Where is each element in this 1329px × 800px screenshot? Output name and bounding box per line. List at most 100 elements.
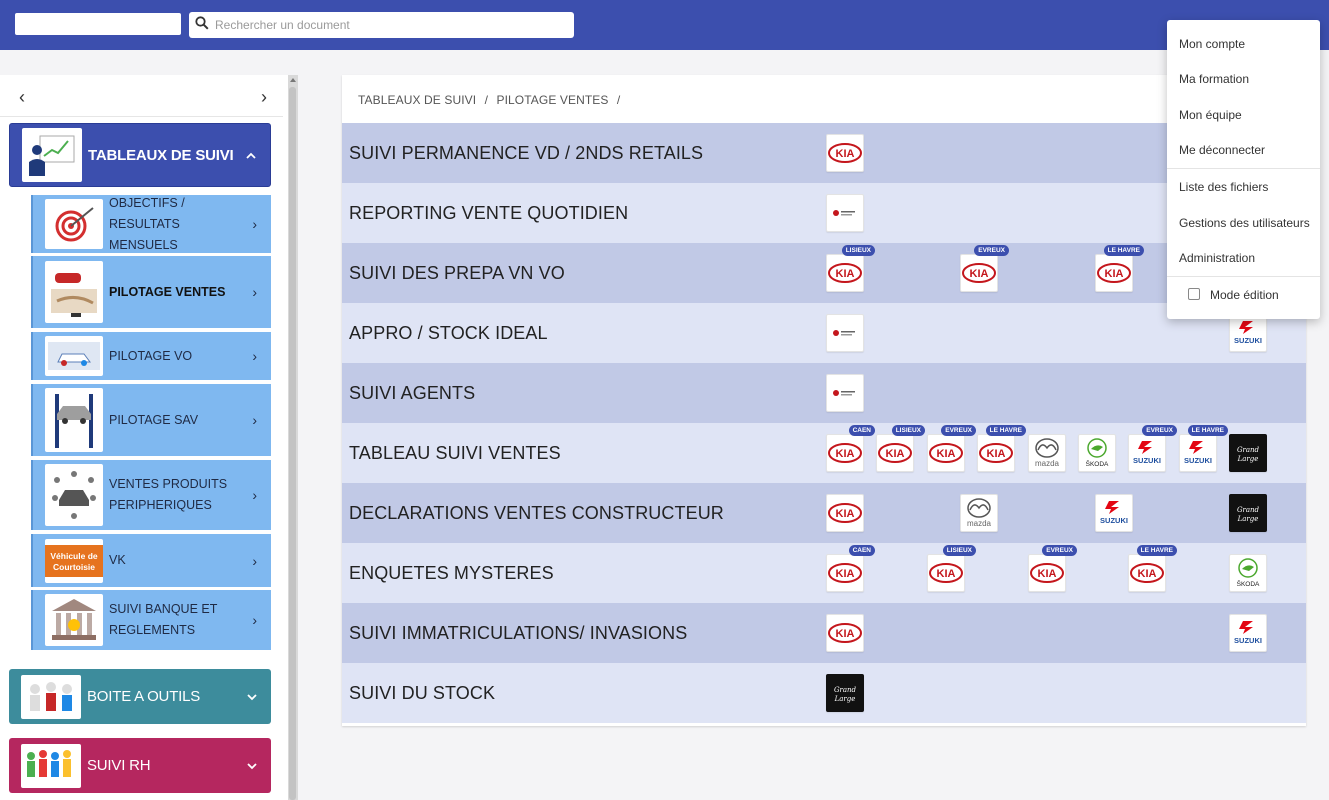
location-badge: CAEN: [848, 425, 875, 436]
subitem-label: PILOTAGE SAV: [109, 412, 199, 427]
people-group-icon: [21, 743, 81, 788]
menu-item-administration[interactable]: Administration: [1179, 251, 1255, 265]
location-badge: LE HAVRE: [985, 425, 1026, 436]
car-sale-icon: [45, 261, 103, 323]
kia-logo-icon[interactable]: EVREUX: [927, 425, 976, 472]
table-row: SUIVI DU STOCK: [342, 663, 1306, 723]
subitem-label: VK: [109, 553, 126, 567]
table-row: TABLEAU SUIVI VENTES CAEN LISIEUX EVREUX…: [342, 423, 1306, 483]
black-brand-logo-icon[interactable]: [826, 674, 864, 712]
menu-item-liste-fichiers[interactable]: Liste des fichiers: [1179, 180, 1268, 194]
suzuki-logo-icon[interactable]: [1095, 494, 1133, 532]
kia-logo-icon[interactable]: [826, 134, 864, 172]
location-badge: LISIEUX: [891, 425, 925, 436]
suzuki-logo-icon[interactable]: LE HAVRE: [1179, 425, 1228, 472]
breadcrumb-separator: /: [484, 93, 489, 107]
location-badge: EVREUX: [1042, 545, 1077, 556]
menu-item-mon-compte[interactable]: Mon compte: [1179, 37, 1245, 51]
menu-item-deconnecter[interactable]: Me déconnecter: [1179, 143, 1265, 157]
scroll-up-icon[interactable]: [290, 78, 296, 82]
kia-logo-icon[interactable]: EVREUX: [1028, 545, 1077, 592]
table-row: APPRO / STOCK IDEAL: [342, 303, 1306, 363]
table-row: SUIVI PERMANENCE VD / 2NDS RETAILS: [342, 123, 1306, 183]
menu-item-gestion-utilisateurs[interactable]: Gestions des utilisateurs: [1179, 216, 1310, 230]
chevron-right-icon[interactable]: ›: [254, 87, 274, 107]
black-brand-logo-icon[interactable]: [1229, 494, 1267, 532]
kia-logo-icon[interactable]: LISIEUX: [826, 245, 875, 292]
subitem-ventes-produits[interactable]: VENTES PRODUITS PERIPHERIQUES ›: [31, 460, 271, 530]
car-accessories-icon: [45, 464, 103, 526]
kia-logo-icon[interactable]: CAEN: [826, 545, 875, 592]
breadcrumb-separator: /: [616, 93, 621, 107]
chevron-right-icon: ›: [252, 612, 257, 628]
kia-logo-icon[interactable]: LISIEUX: [927, 545, 976, 592]
kia-logo-icon[interactable]: EVREUX: [960, 245, 1009, 292]
row-title[interactable]: TABLEAU SUIVI VENTES: [349, 423, 561, 483]
mazda-logo-icon[interactable]: [1028, 434, 1066, 472]
row-title[interactable]: SUIVI AGENTS: [349, 363, 475, 423]
mazda-logo-icon[interactable]: [960, 494, 998, 532]
table-row: SUIVI AGENTS: [342, 363, 1306, 423]
main-panel: TABLEAUX DE SUIVI / PILOTAGE VENTES / SU…: [342, 75, 1306, 726]
sidebar-scrollbar[interactable]: [288, 75, 298, 800]
top-app-bar: [0, 0, 1329, 50]
kia-logo-icon[interactable]: CAEN: [826, 425, 875, 472]
black-brand-logo-icon[interactable]: [1229, 434, 1267, 472]
category-suivi-rh[interactable]: SUIVI RH: [9, 738, 271, 793]
chevron-right-icon: ›: [252, 412, 257, 428]
breadcrumb-item[interactable]: TABLEAUX DE SUIVI: [358, 93, 476, 107]
company-selector[interactable]: [15, 13, 181, 35]
kia-logo-icon[interactable]: [826, 494, 864, 532]
table-row: SUIVI IMMATRICULATIONS/ INVASIONS: [342, 603, 1306, 663]
subitem-vk[interactable]: Véhicule de Courtoisie VK ›: [31, 534, 271, 587]
dealer-logo-icon[interactable]: [826, 374, 864, 412]
chevron-right-icon: ›: [252, 284, 257, 300]
suzuki-logo-icon[interactable]: [1229, 314, 1267, 352]
category-tableaux-de-suivi[interactable]: TABLEAUX DE SUIVI: [9, 123, 271, 187]
sidebar-nav: ‹ ›: [0, 75, 283, 117]
kia-logo-icon[interactable]: LE HAVRE: [1095, 245, 1144, 292]
used-car-icon: [45, 336, 103, 376]
suzuki-logo-icon[interactable]: [1229, 614, 1267, 652]
row-title[interactable]: REPORTING VENTE QUOTIDIEN: [349, 183, 628, 243]
row-title[interactable]: DECLARATIONS VENTES CONSTRUCTEUR: [349, 483, 724, 543]
menu-item-mode-edition[interactable]: Mode édition: [1210, 288, 1279, 302]
chevron-up-icon: [246, 148, 256, 162]
category-boite-a-outils[interactable]: BOITE A OUTILS: [9, 669, 271, 724]
subitem-objectifs[interactable]: OBJECTIFS / RESULTATS MENSUELS ›: [31, 195, 271, 253]
subitem-suivi-banque[interactable]: SUIVI BANQUE ET REGLEMENTS ›: [31, 590, 271, 650]
skoda-logo-icon[interactable]: [1078, 434, 1116, 472]
kia-logo-icon[interactable]: LE HAVRE: [1128, 545, 1177, 592]
row-title[interactable]: SUIVI DES PREPA VN VO: [349, 243, 565, 303]
kia-logo-icon[interactable]: [826, 614, 864, 652]
subitem-label: PILOTAGE VO: [109, 348, 193, 363]
mode-edition-checkbox[interactable]: [1188, 288, 1200, 300]
row-title[interactable]: APPRO / STOCK IDEAL: [349, 303, 548, 363]
dealer-logo-icon[interactable]: [826, 314, 864, 352]
target-icon: [45, 199, 103, 249]
row-title[interactable]: ENQUETES MYSTERES: [349, 543, 554, 603]
menu-item-mon-equipe[interactable]: Mon équipe: [1179, 108, 1242, 122]
skoda-logo-icon[interactable]: [1229, 554, 1267, 592]
subitem-pilotage-vo[interactable]: PILOTAGE VO ›: [31, 332, 271, 380]
search-box[interactable]: [189, 12, 574, 38]
suzuki-logo-icon[interactable]: EVREUX: [1128, 425, 1177, 472]
subitem-pilotage-sav[interactable]: PILOTAGE SAV ›: [31, 384, 271, 456]
kia-logo-icon[interactable]: LE HAVRE: [977, 425, 1026, 472]
scrollbar-thumb[interactable]: [289, 87, 296, 800]
menu-item-ma-formation[interactable]: Ma formation: [1179, 72, 1249, 86]
chevron-right-icon: ›: [252, 487, 257, 503]
search-icon: [195, 15, 209, 35]
breadcrumb-item[interactable]: PILOTAGE VENTES: [497, 93, 609, 107]
table-row: DECLARATIONS VENTES CONSTRUCTEUR: [342, 483, 1306, 543]
user-menu: Mon compte Ma formation Mon équipe Me dé…: [1167, 20, 1320, 319]
dealer-logo-icon[interactable]: [826, 194, 864, 232]
search-input[interactable]: [215, 18, 555, 32]
row-title[interactable]: SUIVI PERMANENCE VD / 2NDS RETAILS: [349, 123, 703, 183]
kia-logo-icon[interactable]: LISIEUX: [876, 425, 925, 472]
row-title[interactable]: SUIVI DU STOCK: [349, 663, 495, 723]
row-title[interactable]: SUIVI IMMATRICULATIONS/ INVASIONS: [349, 603, 687, 663]
subitem-pilotage-ventes[interactable]: PILOTAGE VENTES ›: [31, 256, 271, 328]
chevron-left-icon[interactable]: ‹: [12, 87, 32, 107]
location-badge: LE HAVRE: [1103, 245, 1144, 256]
